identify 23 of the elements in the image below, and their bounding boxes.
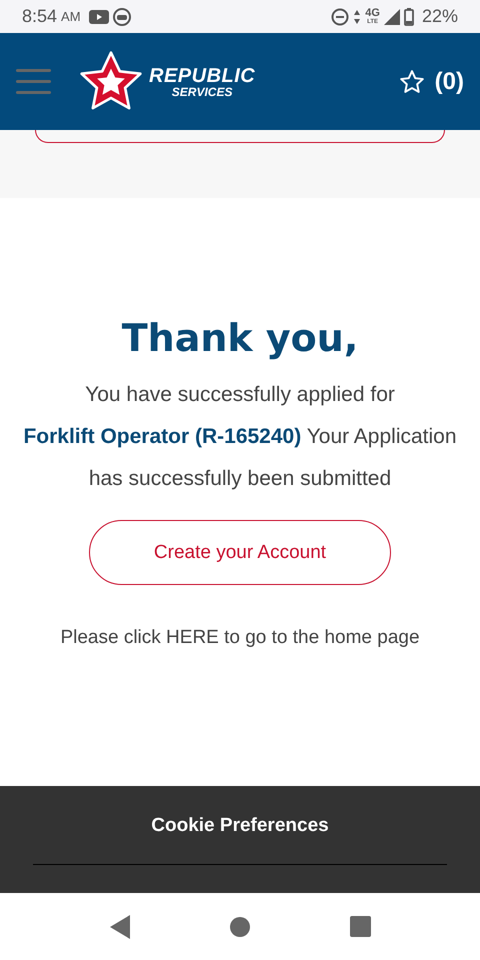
data-arrows-icon [353, 8, 362, 24]
gamepad-icon [112, 8, 131, 26]
cookie-preferences-button[interactable]: Cookie Preferences [145, 814, 335, 838]
confirmation-message: You have successfully applied for Forklift Operator (R-165240) Your Application has successfully been submitted [22, 382, 458, 492]
battery-icon [404, 8, 414, 26]
thank-you-title: Thank you, [122, 316, 358, 360]
home-icon[interactable] [230, 916, 250, 936]
clock-time: 8:54 [22, 6, 58, 27]
brand-name: REPUBLIC [149, 66, 256, 86]
brand-subtitle: SERVICES [172, 86, 232, 98]
star-icon [398, 68, 425, 94]
back-icon[interactable] [110, 914, 130, 938]
do-not-disturb-icon [331, 8, 350, 26]
network-type: 4G [365, 8, 380, 19]
recents-icon[interactable] [350, 916, 370, 937]
favorites-button[interactable]: (0) [398, 68, 464, 96]
clock-meridiem: AM [61, 9, 81, 24]
home-page-note: Please click HERE to go to the home page [60, 627, 420, 649]
create-account-button[interactable]: Create your Account [89, 520, 391, 585]
job-link[interactable]: Forklift Operator (R-165240) [23, 425, 302, 448]
signal-icon [384, 8, 400, 24]
video-app-icon [88, 10, 109, 24]
battery-percent: 22% [422, 6, 458, 27]
